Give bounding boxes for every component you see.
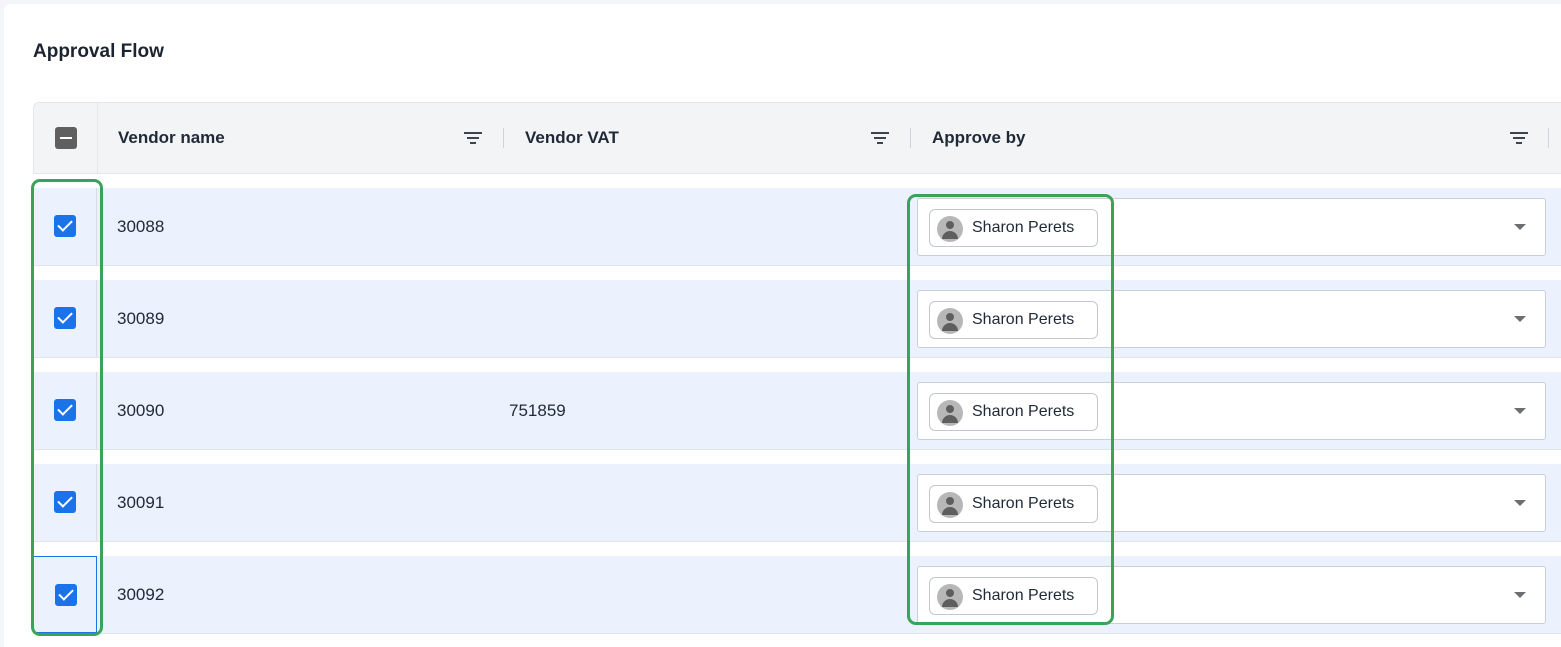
vendor-vat-filter-icon[interactable] <box>870 130 890 146</box>
column-resize-handle[interactable] <box>910 128 911 148</box>
vendor-name-filter-icon[interactable] <box>463 130 483 146</box>
approver-name: Sharon Perets <box>972 311 1075 328</box>
vendor-name-cell: 30088 <box>117 217 165 236</box>
vendor-vat-cell: 751859 <box>509 401 566 420</box>
approver-name: Sharon Perets <box>972 587 1075 604</box>
row-checkbox[interactable] <box>54 307 76 329</box>
column-resize-handle[interactable] <box>1548 128 1549 148</box>
dropdown-caret-icon[interactable] <box>1514 500 1526 506</box>
approver-name: Sharon Perets <box>972 495 1075 512</box>
user-avatar-icon <box>937 308 963 334</box>
approve-by-filter-icon[interactable] <box>1509 130 1529 146</box>
vendor-name-cell: 30092 <box>117 585 165 604</box>
dropdown-caret-icon[interactable] <box>1514 592 1526 598</box>
approver-chip[interactable]: Sharon Perets <box>929 485 1098 523</box>
column-resize-handle[interactable] <box>503 128 504 148</box>
approver-select[interactable]: Sharon Perets <box>917 474 1546 532</box>
table-row[interactable]: 30089 Sharon Perets <box>33 280 1561 358</box>
table-row[interactable]: 30092 Sharon Perets <box>33 556 1561 634</box>
approver-chip[interactable]: Sharon Perets <box>929 301 1098 339</box>
row-select-cell <box>33 556 97 633</box>
row-select-cell <box>33 280 97 357</box>
column-header-approve-by[interactable]: Approve by <box>932 103 1026 173</box>
select-all-cell <box>34 103 98 173</box>
row-select-cell <box>33 372 97 449</box>
page-title: Approval Flow <box>33 41 164 62</box>
approver-name: Sharon Perets <box>972 403 1075 420</box>
dropdown-caret-icon[interactable] <box>1514 316 1526 322</box>
row-checkbox[interactable] <box>54 491 76 513</box>
select-all-checkbox[interactable] <box>55 127 77 149</box>
column-header-vendor-vat[interactable]: Vendor VAT <box>525 103 619 173</box>
row-checkbox[interactable] <box>54 399 76 421</box>
row-checkbox[interactable] <box>55 584 77 606</box>
vendor-name-cell: 30090 <box>117 401 165 420</box>
dropdown-caret-icon[interactable] <box>1514 224 1526 230</box>
user-avatar-icon <box>937 216 963 242</box>
table-header: Vendor name Vendor VAT Approve by <box>33 102 1561 174</box>
user-avatar-icon <box>937 400 963 426</box>
vendor-name-cell: 30089 <box>117 309 165 328</box>
table-row[interactable]: 30088 Sharon Perets <box>33 188 1561 266</box>
column-header-vendor-name[interactable]: Vendor name <box>118 103 225 173</box>
approver-select[interactable]: Sharon Perets <box>917 382 1546 440</box>
row-select-cell <box>33 188 97 265</box>
vendor-name-cell: 30091 <box>117 493 165 512</box>
approver-select[interactable]: Sharon Perets <box>917 290 1546 348</box>
approver-chip[interactable]: Sharon Perets <box>929 577 1098 615</box>
approver-select[interactable]: Sharon Perets <box>917 566 1546 624</box>
approver-chip[interactable]: Sharon Perets <box>929 393 1098 431</box>
approver-chip[interactable]: Sharon Perets <box>929 209 1098 247</box>
user-avatar-icon <box>937 584 963 610</box>
user-avatar-icon <box>937 492 963 518</box>
row-checkbox[interactable] <box>54 215 76 237</box>
row-select-cell <box>33 464 97 541</box>
approver-name: Sharon Perets <box>972 219 1075 236</box>
table-row[interactable]: 30091 Sharon Perets <box>33 464 1561 542</box>
table-row[interactable]: 30090 751859 Sharon Perets <box>33 372 1561 450</box>
dropdown-caret-icon[interactable] <box>1514 408 1526 414</box>
approver-select[interactable]: Sharon Perets <box>917 198 1546 256</box>
